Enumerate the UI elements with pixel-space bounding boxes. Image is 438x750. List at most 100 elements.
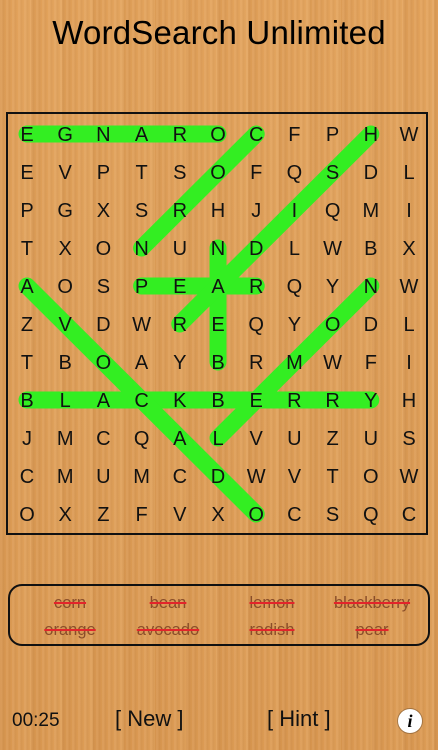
grid-cell[interactable]: Q [134,428,150,450]
grid-cell[interactable]: X [97,200,110,222]
grid-cell[interactable]: T [135,162,147,184]
grid-cell[interactable]: W [323,238,342,260]
grid-cell[interactable]: U [96,466,110,488]
grid-cell[interactable]: H [364,124,378,146]
grid-cell[interactable]: C [20,466,34,488]
grid-cell[interactable]: L [403,162,414,184]
grid-cell[interactable]: K [173,390,187,412]
grid-cell[interactable]: E [20,162,33,184]
grid-cell[interactable]: S [97,276,110,298]
grid-cell[interactable]: C [96,428,110,450]
grid-cell[interactable]: X [402,238,415,260]
letter-grid[interactable]: EGNAROCFPHWEVPTSOFQSDLPGXSRHJIQMITXONUND… [6,112,428,535]
grid-cell[interactable]: O [96,352,112,374]
grid-cell[interactable]: U [287,428,301,450]
grid-cell[interactable]: W [400,124,419,146]
grid-cell[interactable]: R [173,314,187,336]
grid-cell[interactable]: V [59,162,73,184]
grid-cell[interactable]: Y [288,314,301,336]
grid-cell[interactable]: B [59,352,72,374]
grid-cell[interactable]: D [364,162,378,184]
grid-cell[interactable]: F [135,504,147,526]
grid-cell[interactable]: E [211,314,224,336]
grid-cell[interactable]: O [57,276,73,298]
grid-cell[interactable]: D [249,238,263,260]
grid-cell[interactable]: T [21,352,33,374]
grid-cell[interactable]: D [96,314,110,336]
grid-cell[interactable]: L [403,314,414,336]
grid-cell[interactable]: P [20,200,33,222]
grid-cell[interactable]: M [362,200,379,222]
grid-cell[interactable]: Z [326,428,338,450]
grid-cell[interactable]: A [97,390,111,412]
grid-cell[interactable]: C [134,390,148,412]
grid-cell[interactable]: Y [173,352,186,374]
grid-cell[interactable]: Z [21,314,33,336]
grid-cell[interactable]: E [173,276,186,298]
grid-cell[interactable]: V [250,428,264,450]
grid-cell[interactable]: N [211,238,225,260]
grid-cell[interactable]: B [211,390,224,412]
grid-cell[interactable]: S [135,200,148,222]
grid-cell[interactable]: N [96,124,110,146]
grid-cell[interactable]: N [364,276,378,298]
grid-cell[interactable]: V [288,466,302,488]
grid-cell[interactable]: M [57,466,74,488]
grid-cell[interactable]: I [292,200,298,222]
grid-cell[interactable]: P [97,162,110,184]
grid-cell[interactable]: H [402,390,416,412]
grid-cell[interactable]: M [133,466,150,488]
grid-cell[interactable]: O [19,504,35,526]
grid-cell[interactable]: O [210,124,226,146]
grid-cell[interactable]: L [212,428,223,450]
grid-cell[interactable]: D [364,314,378,336]
grid-cell[interactable]: O [96,238,112,260]
grid-cell[interactable]: Q [248,314,264,336]
grid-cell[interactable]: F [365,352,377,374]
grid-cell[interactable]: R [325,390,339,412]
grid-cell[interactable]: Z [97,504,109,526]
grid-cell[interactable]: T [326,466,338,488]
grid-cell[interactable]: P [135,276,148,298]
new-game-button[interactable]: [ New ] [115,706,183,732]
grid-cell[interactable]: C [287,504,301,526]
grid-cell[interactable]: G [57,124,73,146]
grid-cell[interactable]: O [248,504,264,526]
grid-cell[interactable]: S [173,162,186,184]
grid-cell[interactable]: U [364,428,378,450]
grid-cell[interactable]: A [135,352,149,374]
grid-cell[interactable]: A [135,124,149,146]
grid-cell[interactable]: T [21,238,33,260]
grid-cell[interactable]: J [22,428,32,450]
grid-cell[interactable]: W [400,276,419,298]
grid-cell[interactable]: O [363,466,379,488]
grid-cell[interactable]: Y [326,276,339,298]
grid-cell[interactable]: W [400,466,419,488]
grid-cell[interactable]: Q [363,504,379,526]
grid-cell[interactable]: M [57,428,74,450]
grid-cell[interactable]: E [20,124,33,146]
grid-cell[interactable]: C [402,504,416,526]
grid-cell[interactable]: Q [325,200,341,222]
grid-cell[interactable]: Y [364,390,377,412]
info-icon[interactable]: i [398,709,422,733]
grid-cell[interactable]: M [286,352,303,374]
grid-cell[interactable]: S [326,162,339,184]
grid-cell[interactable]: R [173,200,187,222]
grid-cell[interactable]: S [326,504,339,526]
grid-cell[interactable]: G [57,200,73,222]
grid-cell[interactable]: X [59,238,72,260]
grid-cell[interactable]: I [406,200,412,222]
grid-cell[interactable]: F [250,162,262,184]
hint-button[interactable]: [ Hint ] [267,706,331,732]
grid-cell[interactable]: X [59,504,72,526]
grid-cell[interactable]: S [402,428,415,450]
grid-cell[interactable]: R [173,124,187,146]
grid-cell[interactable]: D [211,466,225,488]
grid-cell[interactable]: B [20,390,33,412]
grid-cell[interactable]: C [173,466,187,488]
grid-cell[interactable]: V [59,314,73,336]
grid-cell[interactable]: P [326,124,339,146]
grid-cell[interactable]: I [406,352,412,374]
grid-cell[interactable]: Q [287,276,303,298]
